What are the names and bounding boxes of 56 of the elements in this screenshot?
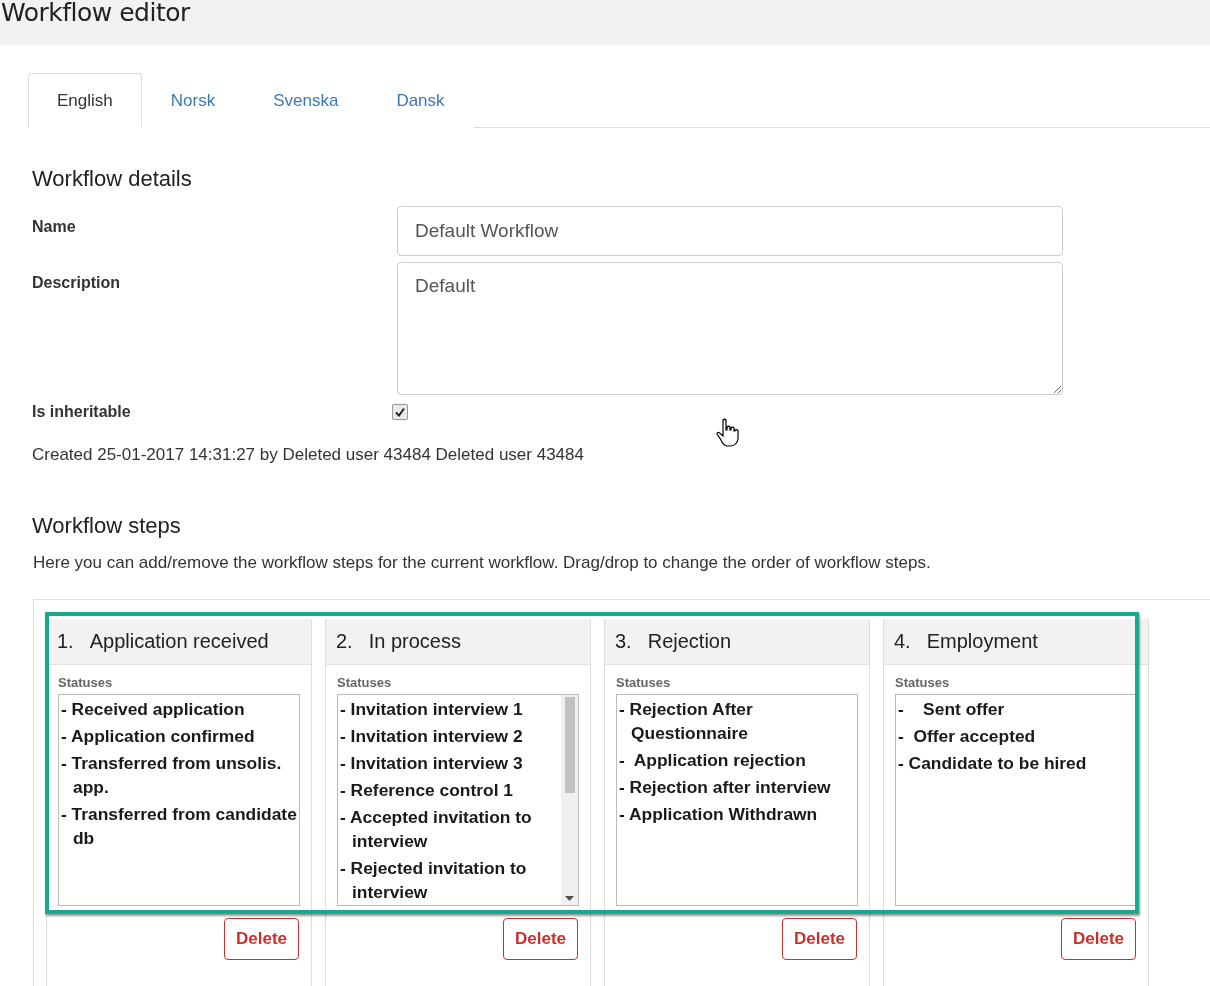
field-label: Name xyxy=(32,217,77,236)
delete-button[interactable]: Delete xyxy=(502,918,578,960)
statuses-label: Statuses xyxy=(58,675,114,690)
field-label: Description xyxy=(32,273,121,292)
delete-button[interactable]: Delete xyxy=(1060,918,1136,960)
status-item[interactable]: - Offer accepted xyxy=(898,724,1134,748)
status-list[interactable]: - Rejection After Questionnaire - Application rejection - Rejection after interview - Application Withdrawn xyxy=(616,694,858,906)
status-item[interactable]: - Invitation interview 3 xyxy=(340,751,559,775)
section-heading: Workflow steps xyxy=(32,513,182,539)
delete-button[interactable]: Delete xyxy=(781,918,857,960)
status-item[interactable]: - Transferred from unsolis. app. xyxy=(61,751,297,799)
step-number: 4. xyxy=(894,630,911,653)
status-item[interactable]: - Application confirmed xyxy=(61,724,297,748)
scrollbar[interactable] xyxy=(561,695,578,905)
name-field[interactable]: Default Workflow xyxy=(397,206,1063,256)
scroll-down-icon[interactable] xyxy=(565,896,574,901)
status-item[interactable]: - Invitation interview 1 xyxy=(340,697,559,721)
section-heading: Workflow details xyxy=(32,166,193,192)
step-title: In process xyxy=(368,630,461,653)
step-title: Employment xyxy=(926,630,1038,653)
status-item[interactable]: - Application Withdrawn xyxy=(619,802,855,826)
language-tab[interactable]: English xyxy=(28,73,142,128)
status-item[interactable]: - Reference control 1 xyxy=(340,778,559,802)
steps-intro: Here you can add/remove the workflow steps for the current workflow. Drag/drop to change the order of workflow steps. xyxy=(33,553,932,573)
step-number: 1. xyxy=(57,630,74,653)
page-title: Workflow editor xyxy=(0,0,192,29)
step-number: 2. xyxy=(336,630,353,653)
statuses-label: Statuses xyxy=(895,675,951,690)
statuses-label: Statuses xyxy=(337,675,393,690)
hand-cursor-icon xyxy=(716,418,740,448)
step-column[interactable]: 4. Employment Statuses - Sent offer - Offer accepted - Candidate to be hired Delete xyxy=(883,619,1149,986)
description-field[interactable]: Default xyxy=(397,262,1063,395)
step-title: Rejection xyxy=(647,630,732,653)
status-item[interactable]: - Rejection After Questionnaire xyxy=(619,697,855,745)
status-item[interactable]: - Rejected invitation to interview xyxy=(340,856,559,904)
statuses-label: Statuses xyxy=(616,675,672,690)
status-item[interactable]: - Received application xyxy=(61,697,297,721)
status-item[interactable]: - Rejection after interview xyxy=(619,775,855,799)
step-title: Application received xyxy=(89,630,269,653)
status-item[interactable]: - Sent offer xyxy=(898,697,1134,721)
status-list[interactable]: - Invitation interview 1 - Invitation interview 2 - Invitation interview 3 - Reference control 1 - Accepted invitation to interview - Rejected invitation to interview xyxy=(337,694,579,906)
step-column[interactable]: 1. Application received Statuses - Received application - Application confirmed - Transferred from unsolis. app. - Transferred from candidate db Delete xyxy=(46,619,312,986)
created-info: Created 25-01-2017 14:31:27 by Deleted user 43484 Deleted user 43484 xyxy=(32,445,585,465)
status-item[interactable]: - Application rejection xyxy=(619,748,855,772)
status-item[interactable]: - Candidate to be hired xyxy=(898,751,1134,775)
status-list[interactable]: - Sent offer - Offer accepted - Candidate to be hired xyxy=(895,694,1137,906)
step-number: 3. xyxy=(615,630,632,653)
step-column[interactable]: 3. Rejection Statuses - Rejection After Questionnaire - Application rejection - Rejection after interview - Application Withdrawn Delete xyxy=(604,619,870,986)
delete-button[interactable]: Delete xyxy=(223,918,299,960)
inheritable-checkbox[interactable] xyxy=(392,404,408,420)
status-item[interactable]: - Accepted invitation to interview xyxy=(340,805,559,853)
status-item[interactable]: - Transferred from candidate db xyxy=(61,802,297,850)
step-column[interactable]: 2. In process Statuses - Invitation interview 1 - Invitation interview 2 - Invitation interview 3 - Reference control 1 - Accepted invitation to interview - Rejected invitation to interview Delete xyxy=(325,619,591,986)
status-list[interactable]: - Received application - Application confirmed - Transferred from unsolis. app. - Transferred from candidate db xyxy=(58,694,300,906)
field-label: Is inheritable xyxy=(32,403,132,421)
status-item[interactable]: - Invitation interview 2 xyxy=(340,724,559,748)
